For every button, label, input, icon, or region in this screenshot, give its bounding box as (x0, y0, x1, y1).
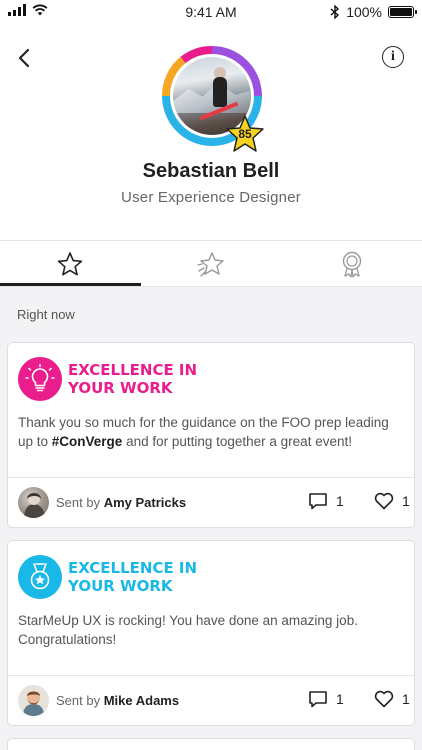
info-button[interactable]: i (382, 46, 404, 68)
tab-given[interactable] (141, 241, 282, 286)
profile-header: i 85 Sebastian Bell User Experience Desi… (0, 24, 422, 240)
heart-icon (374, 492, 394, 510)
like-button[interactable]: 1 (374, 492, 410, 510)
badge-title: EXCELLENCE IN YOUR WORK (68, 361, 198, 397)
message-text-end: and for putting together a great event! (122, 434, 352, 449)
card-message: StarMeUp UX is rocking! You have done an… (18, 613, 358, 647)
section-label: Right now (17, 307, 75, 322)
badge-icon (18, 555, 62, 599)
recognition-card-partial[interactable] (7, 738, 415, 750)
bluetooth-icon (330, 5, 340, 19)
comment-button[interactable]: 1 (308, 690, 344, 708)
badge-icon (18, 357, 62, 401)
badge-row: EXCELLENCE IN YOUR WORK (18, 555, 228, 599)
sent-by: Sent by Amy Patricks (56, 495, 186, 510)
recognition-card[interactable]: EXCELLENCE IN YOUR WORK StarMeUp UX is r… (7, 540, 415, 726)
profile-role: User Experience Designer (121, 189, 301, 206)
like-button[interactable]: 1 (374, 690, 410, 708)
chevron-left-icon (18, 48, 30, 68)
score-value: 85 (238, 127, 252, 141)
comment-count: 1 (336, 691, 344, 707)
like-count: 1 (402, 691, 410, 707)
lightbulb-icon (25, 364, 55, 392)
profile-tabs (0, 240, 422, 286)
battery-percent: 100% (346, 4, 382, 20)
battery-icon (388, 6, 417, 18)
tab-stars[interactable] (0, 241, 141, 286)
sent-by-label: Sent by (56, 693, 101, 708)
shooting-star-icon (197, 251, 224, 277)
badge-row: EXCELLENCE IN YOUR WORK (18, 357, 228, 401)
status-right: 100% (330, 4, 417, 20)
info-icon: i (391, 49, 395, 64)
hashtag-link[interactable]: #ConVerge (52, 434, 123, 449)
card-message: Thank you so much for the guidance on th… (18, 413, 402, 451)
profile-avatar: 85 (161, 45, 264, 152)
back-button[interactable] (10, 44, 38, 72)
medal-icon (30, 563, 50, 590)
award-ribbon-icon (342, 251, 361, 278)
comment-button[interactable]: 1 (308, 492, 344, 510)
recognition-card[interactable]: EXCELLENCE IN YOUR WORK Thank you so muc… (7, 342, 415, 528)
comment-count: 1 (336, 493, 344, 509)
badge-title: EXCELLENCE IN YOUR WORK (68, 559, 198, 595)
like-count: 1 (402, 493, 410, 509)
profile-name: Sebastian Bell (142, 160, 280, 182)
comment-icon (309, 493, 327, 510)
sent-by: Sent by Mike Adams (56, 693, 179, 708)
sender-avatar[interactable] (18, 487, 49, 518)
sender-name[interactable]: Mike Adams (104, 693, 179, 708)
tab-awards[interactable] (281, 241, 422, 286)
card-footer: Sent by Amy Patricks 1 1 (8, 477, 414, 527)
sender-name[interactable]: Amy Patricks (104, 495, 186, 510)
comment-icon (309, 691, 327, 708)
sender-avatar[interactable] (18, 685, 49, 716)
star-icon (58, 251, 83, 275)
card-footer: Sent by Mike Adams 1 1 (8, 675, 414, 725)
status-bar: 9:41 AM 100% (0, 0, 422, 24)
sent-by-label: Sent by (56, 495, 101, 510)
tabs-divider (0, 286, 422, 287)
heart-icon (374, 690, 394, 708)
